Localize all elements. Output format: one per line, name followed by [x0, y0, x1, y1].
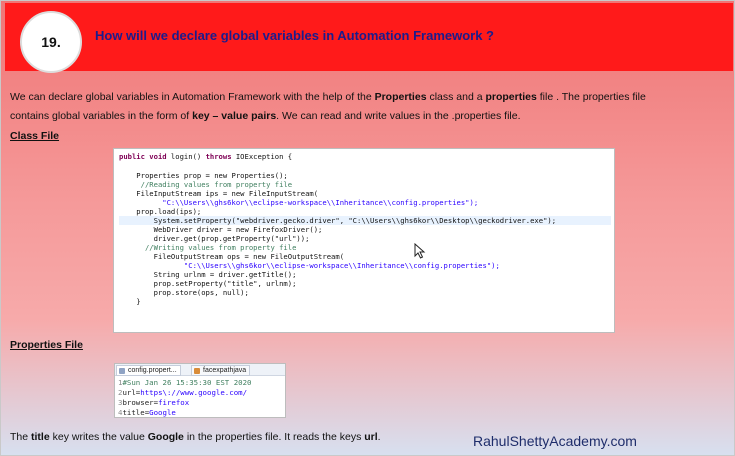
- code-string: "C:\\Users\\ghs6kor\\eclipse-workspace\\…: [119, 198, 479, 207]
- footer-segment: .: [377, 431, 381, 443]
- code-line: WebDriver driver = new FirefoxDriver();: [119, 225, 323, 234]
- intro-bold-key-value: key – value pairs: [192, 110, 277, 122]
- code-line: }: [119, 297, 141, 306]
- intro-text: class and a: [426, 91, 486, 103]
- intro-text: file . The properties file: [536, 91, 646, 103]
- properties-file-label: Properties File: [10, 339, 83, 351]
- code-text: IOException {: [231, 152, 293, 161]
- class-file-label: Class File: [10, 130, 60, 142]
- code-comment: //Reading values from property file: [119, 180, 293, 189]
- code-line: FileOutputStream ops = new FileOutputStr…: [119, 252, 345, 261]
- editor-tab-bar: config.propert... facexpathjava: [115, 364, 285, 376]
- footer-segment: The: [10, 431, 32, 443]
- props-line: 4title=Google: [118, 408, 176, 418]
- props-key: browser=: [122, 398, 159, 407]
- intro-line-2: contains global variables in the form of…: [10, 107, 725, 126]
- props-value: Google: [149, 408, 176, 417]
- code-text: login(): [166, 152, 206, 161]
- tab-label: facexpathjava: [203, 367, 247, 374]
- props-value: https\://www.google.com/: [140, 388, 248, 397]
- footer-text: The title key writes the value Google in…: [10, 431, 381, 443]
- intro-paragraph: We can declare global variables in Autom…: [10, 88, 725, 126]
- code-line: prop.setProperty("title", urlnm);: [119, 279, 297, 288]
- slide-number: 19.: [20, 11, 82, 73]
- footer-segment: key writes the value: [49, 431, 148, 443]
- tab-label: config.propert...: [128, 367, 177, 374]
- code-line: prop.load(ips);: [119, 207, 202, 216]
- java-file-icon: [194, 368, 200, 374]
- props-key: title=: [122, 408, 150, 417]
- mouse-cursor-icon: [414, 243, 426, 259]
- footer-segment: in the properties file. It reads the key…: [183, 431, 365, 443]
- code-line: String urlnm = driver.getTitle();: [119, 270, 297, 279]
- props-line: 1#Sun Jan 26 15:35:30 EST 2020: [118, 378, 252, 388]
- intro-text: contains global variables in the form of: [10, 110, 193, 122]
- code-line-highlighted: System.setProperty("webdriver.gecko.driv…: [119, 216, 611, 225]
- slide-title: How will we declare global variables in …: [95, 28, 495, 43]
- slide-header: 19. How will we declare global variables…: [5, 3, 733, 73]
- code-line: driver.get(prop.getProperty("url"));: [119, 234, 310, 243]
- intro-bold-properties-file: properties: [485, 91, 537, 103]
- code-line: prop.store(ops, null);: [119, 288, 249, 297]
- properties-file-icon: [119, 368, 125, 374]
- footer-bold-url: url: [364, 431, 378, 443]
- code-comment: //Writing values from property file: [119, 243, 297, 252]
- properties-file-editor: config.propert... facexpathjava 1#Sun Ja…: [114, 363, 286, 418]
- footer-bold-title: title: [31, 431, 50, 443]
- props-value: firefox: [158, 398, 190, 407]
- code-line: public void login() throws IOException {: [119, 152, 292, 161]
- code-keyword: public void: [119, 152, 167, 161]
- props-line: 3browser=firefox: [118, 398, 189, 408]
- tab-facexpath-java[interactable]: facexpathjava: [191, 365, 251, 376]
- code-string: "C:\\Users\\ghs6kor\\eclipse-workspace\\…: [119, 261, 500, 270]
- intro-text: . We can read and write values in the .p…: [276, 110, 521, 122]
- intro-bold-properties-class: Properties: [374, 91, 427, 103]
- brand-logo-text: RahulShettyAcademy.com: [473, 433, 637, 449]
- footer-bold-google: Google: [147, 431, 184, 443]
- intro-text: We can declare global variables in Autom…: [10, 91, 375, 103]
- class-file-code: public void login() throws IOException {…: [113, 148, 615, 333]
- code-keyword: throws: [205, 152, 232, 161]
- props-key: url=: [122, 388, 141, 397]
- props-comment: #Sun Jan 26 15:35:30 EST 2020: [122, 378, 252, 387]
- intro-line-1: We can declare global variables in Autom…: [10, 88, 725, 107]
- slide: 19. How will we declare global variables…: [0, 0, 735, 456]
- tab-config-properties[interactable]: config.propert...: [116, 365, 181, 376]
- props-line: 2url=https\://www.google.com/: [118, 388, 247, 398]
- code-line: FileInputStream ips = new FileInputStrea…: [119, 189, 319, 198]
- code-line: Properties prop = new Properties();: [119, 171, 288, 180]
